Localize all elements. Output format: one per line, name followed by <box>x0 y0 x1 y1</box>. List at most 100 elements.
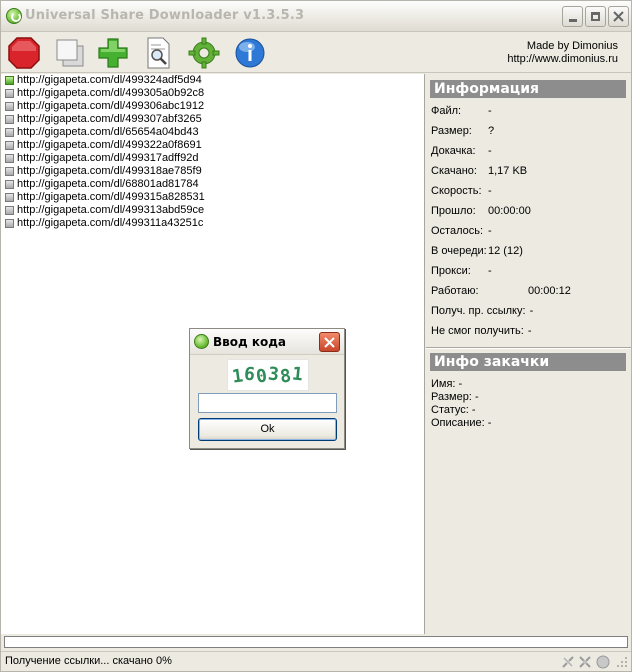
minimize-button[interactable] <box>562 6 583 27</box>
author-url[interactable]: http://www.dimonius.ru <box>507 53 618 66</box>
author-name: Made by Dimonius <box>526 40 618 52</box>
info-label: Не смог получить: <box>431 325 524 337</box>
info-row: Файл: - <box>431 105 492 117</box>
info-value: - <box>488 145 492 157</box>
app-logo-icon <box>6 8 22 24</box>
link-url: http://gigapeta.com/dl/68801ad81784 <box>17 178 199 190</box>
search-document-icon[interactable] <box>141 36 175 70</box>
download-info-value: - <box>471 404 476 416</box>
minimize-icon <box>568 19 577 22</box>
dialog-close-button[interactable] <box>319 332 340 352</box>
info-label: Докачка: <box>431 145 476 157</box>
download-info-value: - <box>487 417 492 429</box>
status-queued-icon <box>5 180 14 189</box>
download-info-label: Имя: <box>431 378 456 390</box>
link-url: http://gigapeta.com/dl/499305a0b92c8 <box>17 87 205 99</box>
link-list-item[interactable]: http://gigapeta.com/dl/499306abc1912 <box>1 100 424 113</box>
status-active-icon <box>5 76 14 85</box>
link-list-item[interactable]: http://gigapeta.com/dl/499307abf3265 <box>1 113 424 126</box>
info-row: Работаю: 00:00:12 <box>431 285 571 297</box>
network-disconnected-icon[interactable] <box>561 655 575 669</box>
link-list-item[interactable]: http://gigapeta.com/dl/499315a828531 <box>1 191 424 204</box>
maximize-button[interactable] <box>585 6 606 27</box>
link-url: http://gigapeta.com/dl/65654a04bd43 <box>17 126 199 138</box>
status-queued-icon <box>5 115 14 124</box>
download-info-header: Инфо закачки <box>430 353 626 371</box>
status-queued-icon <box>5 89 14 98</box>
dialog-title-bar[interactable]: Ввод кода <box>190 329 344 355</box>
ok-button[interactable]: Ok <box>198 418 337 441</box>
link-url: http://gigapeta.com/dl/499317adff92d <box>17 152 199 164</box>
close-icon <box>613 11 624 22</box>
status-text: Получение ссылки... скачано 0% <box>5 655 172 667</box>
resize-grip-icon[interactable] <box>615 655 629 669</box>
link-url: http://gigapeta.com/dl/499318ae785f9 <box>17 165 202 177</box>
info-value: - <box>527 325 532 337</box>
download-info-row: Описание: - <box>431 417 491 430</box>
status-queued-icon <box>5 167 14 176</box>
download-info-row: Статус: - <box>431 404 476 417</box>
link-url: http://gigapeta.com/dl/499322a0f8691 <box>17 139 202 151</box>
title-bar[interactable]: Universal Share Downloader v1.3.5.3 <box>1 1 631 32</box>
copy-icon[interactable] <box>53 36 87 70</box>
info-row: Прошло: 00:00:00 <box>431 205 531 217</box>
info-row: Получ. пр. ссылку: - <box>431 305 533 317</box>
info-label: Получ. пр. ссылку: <box>431 305 526 317</box>
info-row: В очереди: 12 (12) <box>431 245 523 257</box>
info-row: Скорость: - <box>431 185 492 197</box>
status-queued-icon <box>5 206 14 215</box>
download-info-row: Размер: - <box>431 391 479 404</box>
settings-gear-icon[interactable] <box>187 36 221 70</box>
download-info-label: Размер: <box>431 391 472 403</box>
link-list-item[interactable]: http://gigapeta.com/dl/499313abd59ce <box>1 204 424 217</box>
info-row: Не смог получить: - <box>431 325 532 337</box>
link-list-item[interactable]: http://gigapeta.com/dl/499311a43251c <box>1 217 424 230</box>
info-label: Прокси: <box>431 265 471 277</box>
link-list-item[interactable]: http://gigapeta.com/dl/65654a04bd43 <box>1 126 424 139</box>
main-window: Universal Share Downloader v1.3.5.3 Made… <box>0 0 632 672</box>
info-value: 12 (12) <box>488 245 523 257</box>
window-title: Universal Share Downloader v1.3.5.3 <box>25 8 305 23</box>
info-panel: Информация Файл: - Размер:? Докачка: - Скачан… <box>426 74 631 634</box>
link-list-item[interactable]: http://gigapeta.com/dl/68801ad81784 <box>1 178 424 191</box>
link-url: http://gigapeta.com/dl/499306abc1912 <box>17 100 205 112</box>
status-queued-icon <box>5 154 14 163</box>
download-info-value: - <box>458 378 463 390</box>
captcha-code-input[interactable] <box>198 393 337 413</box>
add-icon[interactable] <box>96 36 130 70</box>
dialog-title: Ввод кода <box>213 335 287 349</box>
info-label: Осталось: <box>431 225 484 237</box>
info-label: Скачано: <box>431 165 477 177</box>
link-url: http://gigapeta.com/dl/499307abf3265 <box>17 113 202 125</box>
info-value: - <box>488 225 492 237</box>
stop-icon[interactable] <box>7 36 41 70</box>
globe-info-icon[interactable] <box>233 36 267 70</box>
info-row: Докачка: - <box>431 145 492 157</box>
status-queued-icon <box>5 141 14 150</box>
info-header: Информация <box>430 80 626 98</box>
link-list-item[interactable]: http://gigapeta.com/dl/499322a0f8691 <box>1 139 424 152</box>
progress-bar <box>4 636 628 648</box>
captcha-dialog: Ввод кода 160381 Ok <box>189 328 345 449</box>
info-value: 1,17 KB <box>488 165 528 177</box>
download-info-label: Статус: <box>431 404 469 416</box>
link-list-item[interactable]: http://gigapeta.com/dl/499317adff92d <box>1 152 424 165</box>
info-value: 00:00:00 <box>488 205 531 217</box>
info-value: - <box>488 105 492 117</box>
info-row: Прокси: - <box>431 265 492 277</box>
status-bar: Получение ссылки... скачано 0% <box>1 651 631 671</box>
info-value: - <box>488 265 492 277</box>
info-divider <box>426 347 631 349</box>
close-button[interactable] <box>608 6 629 27</box>
link-list-item[interactable]: http://gigapeta.com/dl/499318ae785f9 <box>1 165 424 178</box>
info-label: Прошло: <box>431 205 476 217</box>
info-row: Осталось: - <box>431 225 492 237</box>
link-list-item[interactable]: http://gigapeta.com/dl/499324adf5d94 <box>1 74 424 87</box>
link-list-item[interactable]: http://gigapeta.com/dl/499305a0b92c8 <box>1 87 424 100</box>
status-queued-icon <box>5 219 14 228</box>
captcha-image: 160381 <box>227 359 309 391</box>
app-logo-icon <box>194 334 209 349</box>
info-label: Файл: <box>431 105 462 117</box>
tools-icon[interactable] <box>578 655 592 669</box>
info-label: Размер: <box>431 125 472 137</box>
